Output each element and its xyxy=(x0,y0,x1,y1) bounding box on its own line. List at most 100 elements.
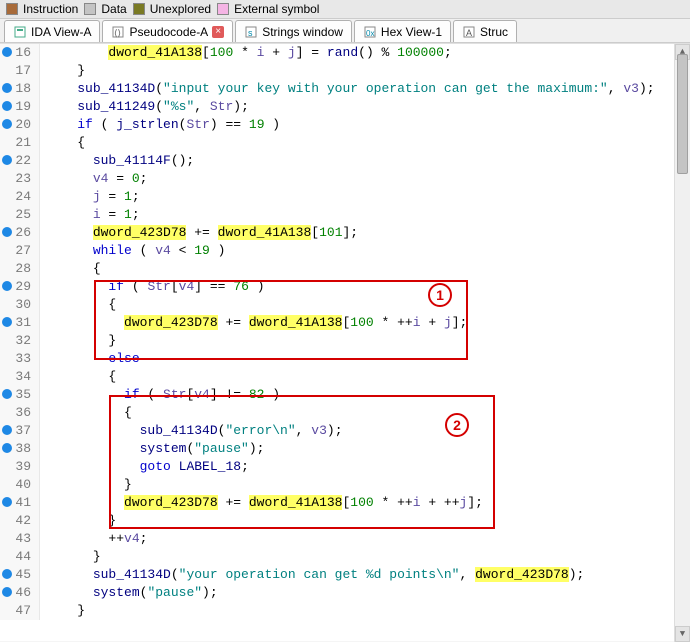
tab-struc[interactable]: AStruc xyxy=(453,20,517,42)
code-text[interactable]: { xyxy=(40,260,690,278)
code-text[interactable]: ++v4; xyxy=(40,530,690,548)
code-text[interactable]: dword_41A138[100 * i + j] = rand() % 100… xyxy=(40,44,690,62)
code-line[interactable]: 37 sub_41134D("error\n", v3); xyxy=(0,422,690,440)
code-line[interactable]: 36 { xyxy=(0,404,690,422)
code-line[interactable]: 29 if ( Str[v4] == 76 ) xyxy=(0,278,690,296)
code-line[interactable]: 26 dword_423D78 += dword_41A138[101]; xyxy=(0,224,690,242)
code-line[interactable]: 27 while ( v4 < 19 ) xyxy=(0,242,690,260)
line-number: 41 xyxy=(0,494,40,512)
code-text[interactable]: system("pause"); xyxy=(40,440,690,458)
breakpoint-icon[interactable] xyxy=(2,101,12,111)
code-text[interactable]: v4 = 0; xyxy=(40,170,690,188)
scroll-down-button[interactable]: ▼ xyxy=(675,626,690,642)
code-line[interactable]: 22 sub_41114F(); xyxy=(0,152,690,170)
code-text[interactable]: { xyxy=(40,134,690,152)
code-line[interactable]: 23 v4 = 0; xyxy=(0,170,690,188)
breakpoint-icon[interactable] xyxy=(2,443,12,453)
code-text[interactable]: { xyxy=(40,404,690,422)
code-text[interactable]: dword_423D78 += dword_41A138[100 * ++i +… xyxy=(40,494,690,512)
code-line[interactable]: 21 { xyxy=(0,134,690,152)
code-text[interactable]: } xyxy=(40,548,690,566)
breakpoint-icon[interactable] xyxy=(2,119,12,129)
vertical-scrollbar[interactable]: ▲ ▼ xyxy=(674,44,690,642)
code-text[interactable]: } xyxy=(40,602,690,620)
code-line[interactable]: 45 sub_41134D("your operation can get %d… xyxy=(0,566,690,584)
line-number: 46 xyxy=(0,584,40,602)
line-number: 47 xyxy=(0,602,40,620)
line-number: 19 xyxy=(0,98,40,116)
code-line[interactable]: 39 goto LABEL_18; xyxy=(0,458,690,476)
breakpoint-icon[interactable] xyxy=(2,497,12,507)
code-line[interactable]: 44 } xyxy=(0,548,690,566)
scroll-thumb[interactable] xyxy=(677,54,688,174)
legend-label: External symbol xyxy=(234,2,319,16)
code-line[interactable]: 31 dword_423D78 += dword_41A138[100 * ++… xyxy=(0,314,690,332)
code-line[interactable]: 41 dword_423D78 += dword_41A138[100 * ++… xyxy=(0,494,690,512)
legend-label: Instruction xyxy=(23,2,78,16)
code-line[interactable]: 28 { xyxy=(0,260,690,278)
breakpoint-icon[interactable] xyxy=(2,389,12,399)
breakpoint-icon[interactable] xyxy=(2,425,12,435)
code-text[interactable]: if ( Str[v4] != 82 ) xyxy=(40,386,690,404)
close-icon[interactable]: × xyxy=(212,26,224,38)
code-text[interactable]: } xyxy=(40,62,690,80)
code-line[interactable]: 35 if ( Str[v4] != 82 ) xyxy=(0,386,690,404)
code-text[interactable]: } xyxy=(40,332,690,350)
line-number: 43 xyxy=(0,530,40,548)
code-text[interactable]: sub_411249("%s", Str); xyxy=(40,98,690,116)
tab-ida-view-a[interactable]: IDA View-A xyxy=(4,20,100,42)
code-text[interactable]: sub_41114F(); xyxy=(40,152,690,170)
breakpoint-icon[interactable] xyxy=(2,317,12,327)
code-line[interactable]: 16 dword_41A138[100 * i + j] = rand() % … xyxy=(0,44,690,62)
line-number: 45 xyxy=(0,566,40,584)
code-text[interactable]: { xyxy=(40,296,690,314)
code-text[interactable]: i = 1; xyxy=(40,206,690,224)
breakpoint-icon[interactable] xyxy=(2,281,12,291)
code-line[interactable]: 34 { xyxy=(0,368,690,386)
code-text[interactable]: { xyxy=(40,368,690,386)
code-text[interactable]: if ( Str[v4] == 76 ) xyxy=(40,278,690,296)
code-text[interactable]: system("pause"); xyxy=(40,584,690,602)
svg-text:s: s xyxy=(248,28,253,38)
code-text[interactable]: dword_423D78 += dword_41A138[101]; xyxy=(40,224,690,242)
breakpoint-icon[interactable] xyxy=(2,569,12,579)
breakpoint-icon[interactable] xyxy=(2,47,12,57)
code-text[interactable]: sub_41134D("your operation can get %d po… xyxy=(40,566,690,584)
legend-swatch xyxy=(6,3,18,15)
code-line[interactable]: 17 } xyxy=(0,62,690,80)
code-line[interactable]: 42 } xyxy=(0,512,690,530)
code-line[interactable]: 24 j = 1; xyxy=(0,188,690,206)
svg-text:0x: 0x xyxy=(366,29,374,38)
tab-pseudocode-a[interactable]: ⟨⟩Pseudocode-A× xyxy=(102,20,233,42)
code-line[interactable]: 19 sub_411249("%s", Str); xyxy=(0,98,690,116)
breakpoint-icon[interactable] xyxy=(2,83,12,93)
code-text[interactable]: sub_41134D("error\n", v3); xyxy=(40,422,690,440)
code-line[interactable]: 32 } xyxy=(0,332,690,350)
code-text[interactable]: dword_423D78 += dword_41A138[100 * ++i +… xyxy=(40,314,690,332)
code-line[interactable]: 25 i = 1; xyxy=(0,206,690,224)
breakpoint-icon[interactable] xyxy=(2,587,12,597)
code-text[interactable]: } xyxy=(40,512,690,530)
code-text[interactable]: j = 1; xyxy=(40,188,690,206)
code-line[interactable]: 47 } xyxy=(0,602,690,620)
code-text[interactable]: if ( j_strlen(Str) == 19 ) xyxy=(40,116,690,134)
tab-strings-window[interactable]: sStrings window xyxy=(235,20,352,42)
tab-hex-view-1[interactable]: 0xHex View-1 xyxy=(354,20,451,42)
code-text[interactable]: while ( v4 < 19 ) xyxy=(40,242,690,260)
code-text[interactable]: } xyxy=(40,476,690,494)
code-text[interactable]: sub_41134D("input your key with your ope… xyxy=(40,80,690,98)
code-line[interactable]: 38 system("pause"); xyxy=(0,440,690,458)
struct-icon: A xyxy=(462,25,476,39)
breakpoint-icon[interactable] xyxy=(2,155,12,165)
code-text[interactable]: goto LABEL_18; xyxy=(40,458,690,476)
code-line[interactable]: 33 else xyxy=(0,350,690,368)
svg-text:⟨⟩: ⟨⟩ xyxy=(114,28,121,38)
code-line[interactable]: 20 if ( j_strlen(Str) == 19 ) xyxy=(0,116,690,134)
code-line[interactable]: 46 system("pause"); xyxy=(0,584,690,602)
code-line[interactable]: 43 ++v4; xyxy=(0,530,690,548)
code-text[interactable]: else xyxy=(40,350,690,368)
code-line[interactable]: 30 { xyxy=(0,296,690,314)
code-line[interactable]: 18 sub_41134D("input your key with your … xyxy=(0,80,690,98)
code-line[interactable]: 40 } xyxy=(0,476,690,494)
breakpoint-icon[interactable] xyxy=(2,227,12,237)
